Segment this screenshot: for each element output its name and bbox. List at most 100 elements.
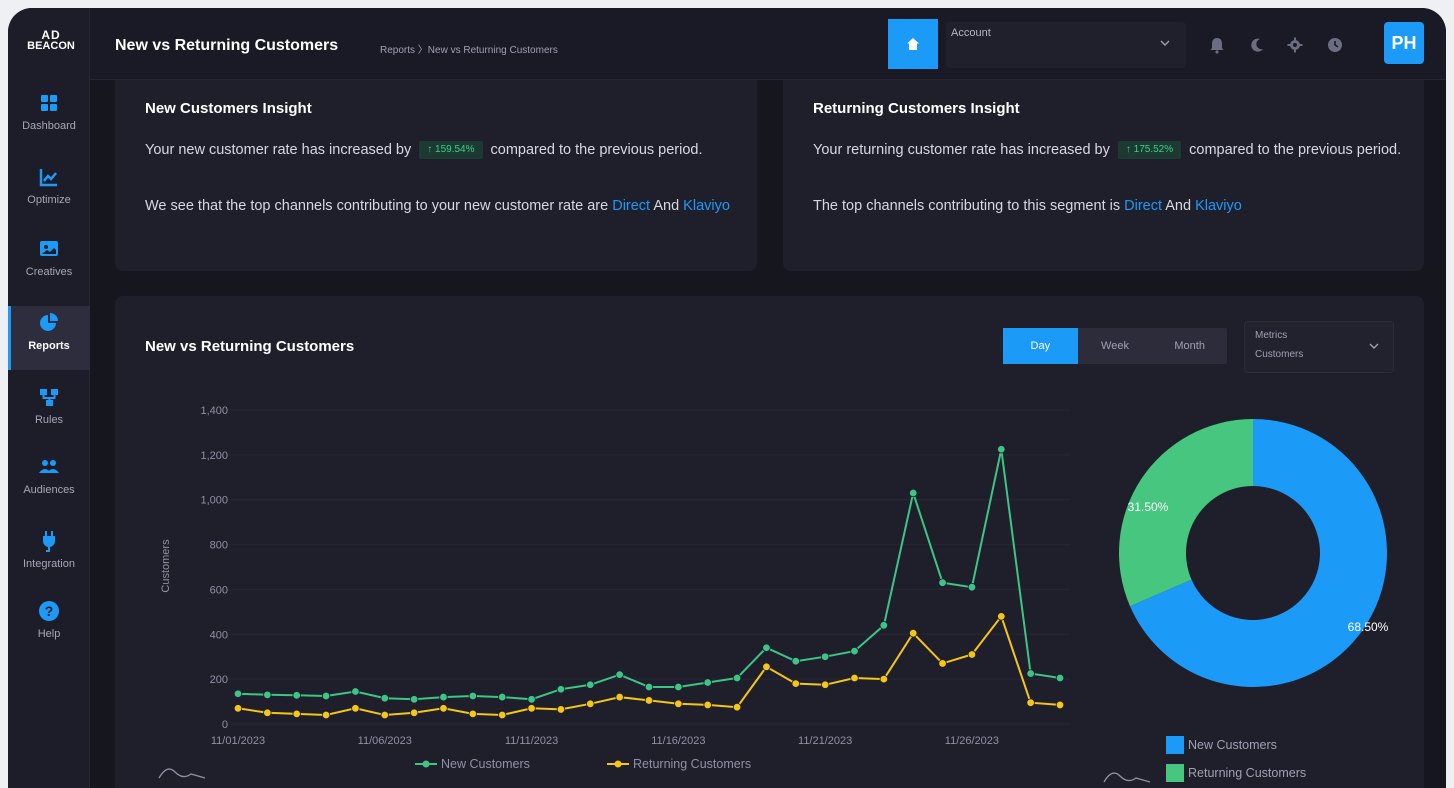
data-point[interactable] [644, 696, 654, 705]
data-point[interactable] [791, 657, 800, 666]
metrics-select[interactable]: Metrics Customers [1244, 321, 1394, 373]
donut-legend-returning[interactable]: Returning Customers [1166, 764, 1306, 782]
sidebar-item-integration[interactable]: Integration [8, 530, 90, 594]
data-point[interactable] [820, 680, 830, 689]
sidebar-item-optimize[interactable]: Optimize [8, 166, 90, 230]
data-point[interactable] [703, 678, 712, 687]
data-point[interactable] [498, 710, 507, 720]
bell-icon[interactable] [1208, 36, 1226, 54]
sidebar-item-rules[interactable]: Rules [8, 386, 90, 450]
plug-icon [43, 531, 55, 552]
data-point[interactable] [380, 710, 389, 720]
data-point[interactable] [703, 700, 712, 710]
period-week-button[interactable]: Week [1078, 328, 1153, 364]
data-point[interactable] [586, 699, 595, 709]
moon-icon[interactable] [1248, 36, 1266, 54]
channel-link-direct[interactable]: Direct [612, 198, 650, 214]
clock-icon[interactable] [1326, 36, 1344, 54]
data-point[interactable] [1026, 698, 1035, 707]
period-toggle: Day Week Month [1003, 328, 1227, 364]
data-point[interactable] [292, 691, 301, 700]
data-point[interactable] [351, 704, 360, 713]
data-point[interactable] [468, 709, 478, 719]
data-point[interactable] [1026, 669, 1035, 678]
data-point[interactable] [615, 670, 624, 679]
user-avatar[interactable]: PH [1384, 22, 1424, 64]
channel-link-direct[interactable]: Direct [1124, 198, 1162, 214]
sidebar-item-reports[interactable]: Reports [8, 306, 90, 370]
insight-text: compared to the previous period. [1189, 142, 1402, 158]
data-point[interactable] [321, 710, 331, 720]
card-title: New Customers Insight [145, 100, 312, 117]
data-point[interactable] [527, 704, 536, 713]
data-point[interactable] [967, 582, 977, 592]
data-point[interactable] [351, 687, 360, 696]
data-point[interactable] [233, 689, 243, 698]
data-point[interactable] [762, 643, 771, 652]
data-point[interactable] [644, 682, 654, 692]
channel-link-klaviyo[interactable]: Klaviyo [683, 198, 730, 214]
data-point[interactable] [820, 652, 830, 661]
data-point[interactable] [938, 659, 947, 668]
data-point[interactable] [586, 680, 595, 689]
data-point[interactable] [850, 673, 859, 683]
sidebar-item-audiences[interactable]: Audiences [8, 456, 90, 520]
data-point[interactable] [439, 692, 448, 702]
data-point[interactable] [732, 673, 742, 683]
data-point[interactable] [1055, 673, 1065, 683]
donut-data-label: 31.50% [1128, 500, 1169, 514]
data-point[interactable] [409, 695, 419, 704]
sidebar-item-label: Help [37, 628, 61, 640]
channel-link-klaviyo[interactable]: Klaviyo [1195, 198, 1242, 214]
data-point[interactable] [909, 628, 918, 638]
legend-label[interactable]: Returning Customers [633, 757, 751, 771]
home-button[interactable] [888, 19, 938, 69]
x-tick-label: 11/16/2023 [651, 735, 705, 747]
data-point[interactable] [263, 690, 272, 700]
data-point[interactable] [909, 488, 918, 498]
data-point[interactable] [233, 704, 243, 713]
legend-label[interactable]: New Customers [441, 757, 530, 771]
data-point[interactable] [556, 705, 566, 714]
data-point[interactable] [674, 699, 683, 709]
pie-chart-icon [40, 313, 58, 331]
data-point[interactable] [498, 692, 507, 702]
data-point[interactable] [439, 704, 448, 713]
data-point[interactable] [263, 708, 272, 717]
data-point[interactable] [615, 692, 624, 702]
sidebar-item-creatives[interactable]: Creatives [8, 238, 90, 302]
data-point[interactable] [997, 445, 1006, 454]
legend-marker [614, 760, 622, 768]
data-point[interactable] [879, 674, 889, 684]
data-point[interactable] [674, 682, 683, 692]
data-point[interactable] [850, 646, 859, 656]
period-month-button[interactable]: Month [1152, 328, 1227, 364]
data-point[interactable] [380, 694, 389, 703]
sidebar-item-help[interactable]: ? Help [8, 600, 90, 664]
breadcrumb[interactable]: Reports 〉New vs Returning Customers [380, 41, 558, 56]
data-point[interactable] [967, 650, 977, 659]
x-tick-label: 11/11/2023 [505, 735, 558, 747]
data-point[interactable] [791, 679, 800, 688]
data-point[interactable] [762, 662, 771, 672]
data-point[interactable] [997, 612, 1006, 621]
data-point[interactable] [938, 578, 947, 587]
home-icon [907, 38, 919, 50]
data-point[interactable] [409, 708, 419, 717]
sidebar-item-dashboard[interactable]: Dashboard [8, 92, 90, 156]
brand-logo[interactable]: AD BEACON [16, 29, 86, 52]
sidebar-item-label: Optimize [27, 194, 71, 206]
donut-legend-new[interactable]: New Customers [1166, 736, 1277, 754]
data-point[interactable] [468, 691, 478, 701]
period-day-button[interactable]: Day [1003, 328, 1078, 364]
data-point[interactable] [292, 709, 301, 719]
data-point[interactable] [556, 685, 566, 694]
data-point[interactable] [321, 691, 331, 701]
data-point[interactable] [1055, 700, 1065, 710]
data-point[interactable] [732, 702, 742, 712]
metrics-label: Metrics [1255, 330, 1288, 341]
gear-icon[interactable] [1286, 36, 1304, 54]
data-point[interactable] [527, 695, 536, 704]
account-select[interactable]: Account [946, 22, 1186, 68]
data-point[interactable] [879, 621, 889, 630]
